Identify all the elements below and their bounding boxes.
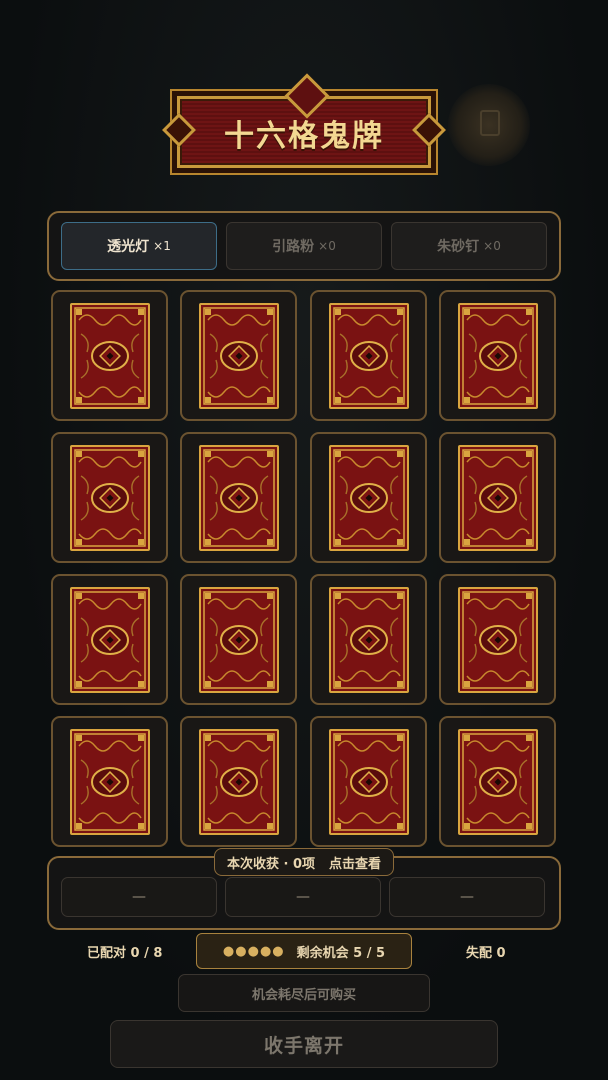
card-back[interactable] [198,444,280,552]
card-back[interactable] [69,728,151,836]
matched-counter: 已配对 0 / 8 [87,946,163,961]
loot-summary: 本次收获 · 0项 [226,856,316,872]
tool-count: ×0 [318,239,336,253]
chances-remaining: 剩余机会 5 / 5 [296,945,386,961]
card-back[interactable] [69,302,151,410]
card-slot-12[interactable] [439,574,556,705]
loot-view-link[interactable]: 点击查看 [329,853,381,872]
chances-indicator: ●●●●● 剩余机会 5 / 5 [196,933,412,969]
card-slot-15[interactable] [310,716,427,847]
card-slot-7[interactable] [310,432,427,563]
page-title: 十六格鬼牌 [224,119,384,154]
title-banner: 十六格鬼牌 [162,73,446,174]
card-back[interactable] [69,586,151,694]
tool-name: 引路粉 [272,239,315,255]
card-slot-9[interactable] [51,574,168,705]
card-back[interactable] [69,444,151,552]
mismatch-counter: 失配 0 [466,946,506,961]
tool-cinnabar-nail-button[interactable]: 朱砂钉 ×0 [391,222,547,270]
card-slot-4[interactable] [439,290,556,421]
card-back[interactable] [198,586,280,694]
card-slot-3[interactable] [310,290,427,421]
tool-guide-powder-button[interactable]: 引路粉 ×0 [226,222,382,270]
loot-slot[interactable]: — [61,877,217,917]
card-slot-5[interactable] [51,432,168,563]
card-back[interactable] [198,728,280,836]
loot-slot[interactable]: — [225,877,381,917]
card-slot-13[interactable] [51,716,168,847]
card-slot-11[interactable] [310,574,427,705]
card-back[interactable] [328,586,410,694]
tool-count: ×0 [483,239,501,253]
tool-name: 朱砂钉 [437,239,480,255]
tool-count: ×1 [153,239,171,253]
leave-button[interactable]: 收手离开 [110,1020,498,1068]
card-slot-2[interactable] [180,290,297,421]
card-back[interactable] [328,302,410,410]
tool-lantern-button[interactable]: 透光灯 ×1 [61,222,217,270]
card-back[interactable] [457,444,539,552]
card-slot-14[interactable] [180,716,297,847]
card-slot-1[interactable] [51,290,168,421]
buy-chances-button[interactable]: 机会耗尽后可购买 [178,974,430,1012]
card-back[interactable] [328,728,410,836]
tool-name: 透光灯 [107,239,150,255]
card-slot-16[interactable] [439,716,556,847]
loot-summary-button[interactable]: 本次收获 · 0项 点击查看 [214,848,394,876]
card-back[interactable] [457,586,539,694]
card-slot-6[interactable] [180,432,297,563]
moon-lantern-icon [448,84,530,166]
card-back[interactable] [457,728,539,836]
card-back[interactable] [198,302,280,410]
tool-panel: 透光灯 ×1 引路粉 ×0 朱砂钉 ×0 [47,211,561,281]
card-slot-10[interactable] [180,574,297,705]
card-slot-8[interactable] [439,432,556,563]
card-back[interactable] [457,302,539,410]
chance-dots-icon: ●●●●● [222,943,285,959]
loot-slot[interactable]: — [389,877,545,917]
card-back[interactable] [328,444,410,552]
